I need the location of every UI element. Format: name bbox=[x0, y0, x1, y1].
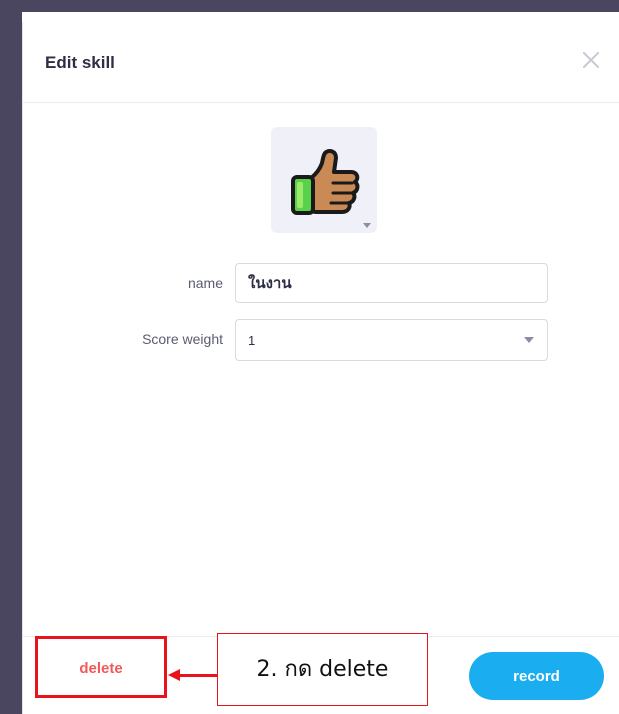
thumbs-up-icon bbox=[291, 148, 360, 215]
edit-skill-modal: Edit skill name Score weight 1 delete 2.… bbox=[22, 22, 619, 714]
annotation-callout: 2. กด delete bbox=[217, 633, 428, 706]
name-input[interactable] bbox=[235, 263, 548, 303]
chevron-down-icon bbox=[363, 223, 371, 228]
record-button[interactable]: record bbox=[469, 652, 604, 700]
callout-arrow-line bbox=[178, 674, 219, 677]
modal-title: Edit skill bbox=[45, 53, 115, 72]
score-weight-value: 1 bbox=[248, 333, 256, 348]
score-weight-label: Score weight bbox=[142, 331, 223, 347]
background-overlay-top bbox=[0, 0, 619, 12]
modal-header: Edit skill bbox=[23, 22, 619, 103]
background-overlay-left bbox=[0, 0, 22, 714]
skill-icon-picker[interactable] bbox=[271, 127, 377, 233]
delete-button[interactable]: delete bbox=[37, 638, 165, 698]
chevron-down-icon bbox=[524, 337, 534, 343]
score-weight-select[interactable]: 1 bbox=[235, 319, 548, 361]
name-label: name bbox=[187, 275, 223, 291]
close-icon[interactable] bbox=[579, 48, 603, 72]
